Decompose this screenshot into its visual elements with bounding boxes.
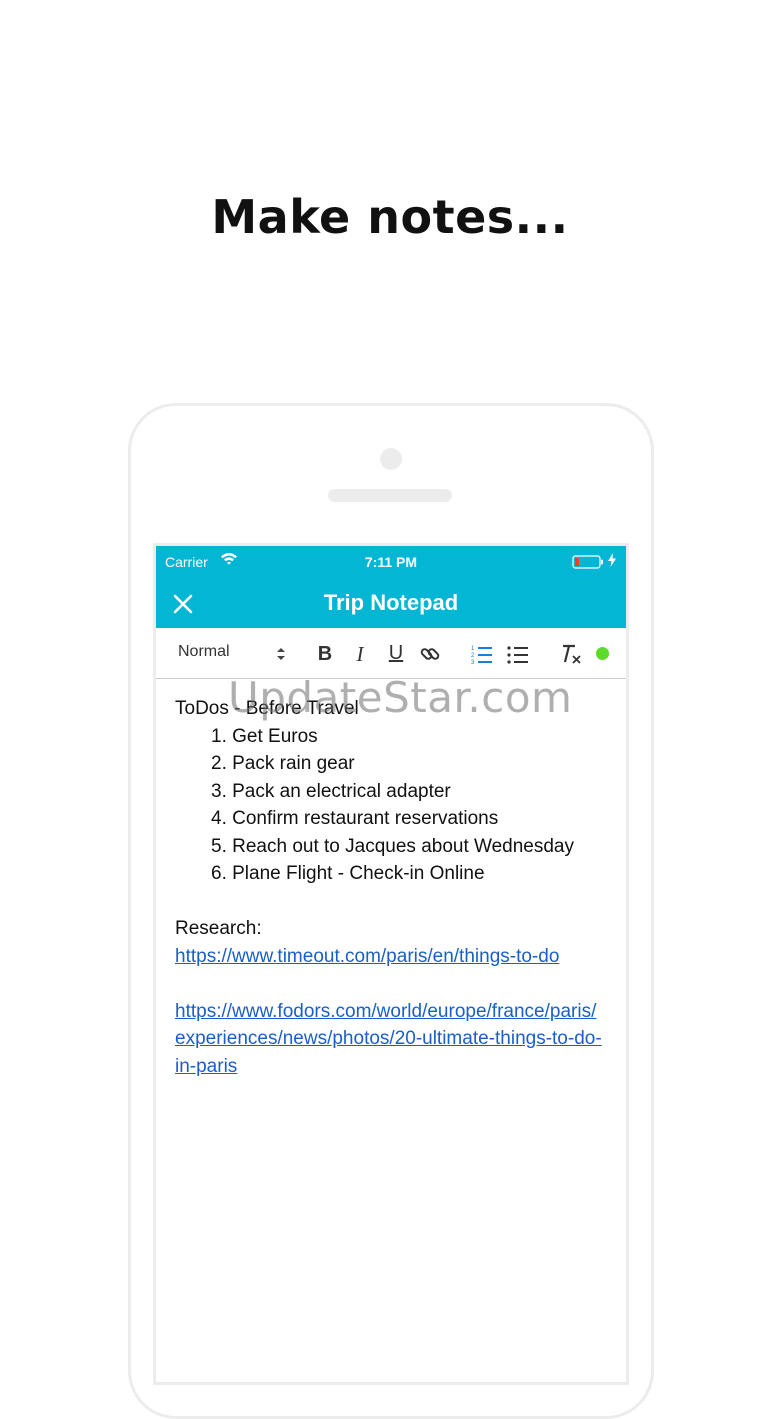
research-label: Research: — [175, 918, 262, 939]
list-item: 3. Pack an electrical adapter — [211, 780, 451, 802]
format-select-value: Normal — [178, 643, 230, 660]
bold-button[interactable]: B — [313, 642, 337, 666]
bullet-list-icon — [507, 646, 528, 664]
research-link-timeout[interactable]: https://www.timeout.com/paris/en/things-… — [175, 946, 559, 967]
note-editor[interactable]: ToDos - Before Travel 1. Get Euros 2. Pa… — [156, 679, 626, 1379]
underline-button[interactable]: U — [384, 642, 408, 666]
link-icon — [420, 648, 440, 660]
clear-format-icon — [563, 644, 581, 664]
research-link-fodors[interactable]: https://www.fodors.com/world/europe/fran… — [175, 1001, 602, 1077]
ordered-list-button[interactable]: 1 2 3 — [470, 642, 494, 666]
list-item: 5. Reach out to Jacques about Wednesday — [211, 835, 575, 857]
nav-bar: Trip Notepad — [156, 578, 626, 628]
status-time: 7:11 PM — [364, 554, 418, 570]
format-select[interactable]: Normal — [178, 643, 286, 665]
svg-text:1: 1 — [471, 646, 475, 652]
phone-speaker — [328, 489, 452, 502]
battery-icon — [572, 555, 603, 569]
list-item: 4. Confirm restaurant reservations — [211, 808, 499, 829]
status-bar: Carrier 7:11 PM — [156, 546, 626, 578]
svg-text:2: 2 — [471, 653, 475, 659]
note-content: ToDos - Before Travel 1. Get Euros 2. Pa… — [175, 695, 605, 1080]
phone-screen: Carrier 7:11 PM Trip Notepad Normal B I … — [153, 543, 629, 1385]
bullet-list-button[interactable] — [506, 642, 530, 666]
ordered-list-icon: 1 2 3 — [471, 646, 492, 666]
list-item: 6. Plane Flight - Check-in Online — [211, 863, 485, 884]
italic-button[interactable]: I — [348, 642, 372, 666]
select-arrows-icon — [277, 648, 285, 660]
format-toolbar: Normal B I U 1 2 3 — [156, 628, 626, 679]
clear-format-button[interactable] — [560, 642, 584, 666]
todo-list: 1. Get Euros 2. Pack rain gear 3. Pack a… — [175, 723, 605, 888]
headline: Make notes... — [211, 190, 569, 244]
sync-status-dot — [596, 647, 609, 660]
nav-title: Trip Notepad — [323, 590, 459, 615]
charging-icon — [608, 553, 616, 567]
link-button[interactable] — [418, 642, 442, 666]
list-item: 1. Get Euros — [211, 725, 318, 747]
svg-text:3: 3 — [471, 660, 475, 666]
list-item: 2. Pack rain gear — [211, 753, 355, 774]
phone-camera — [380, 448, 402, 470]
note-heading: ToDos - Before Travel — [175, 698, 359, 719]
